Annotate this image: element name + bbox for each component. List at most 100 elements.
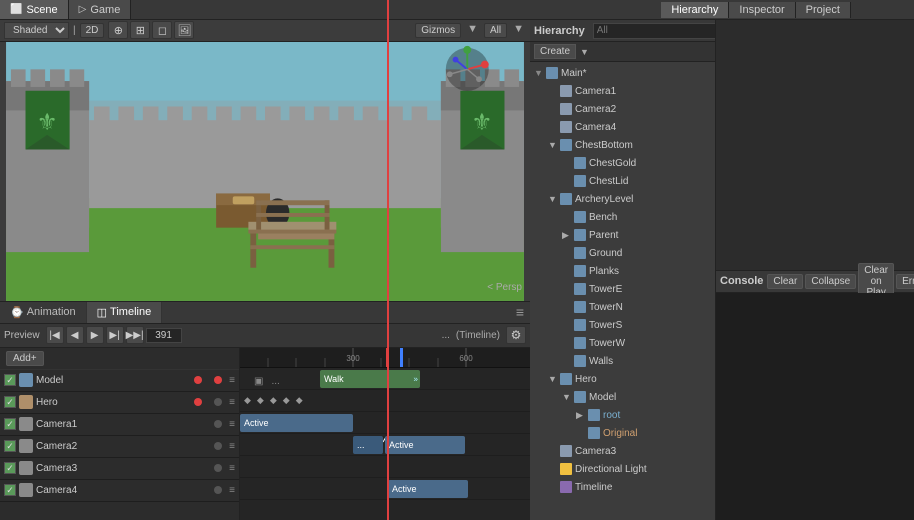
tab-project[interactable]: Project — [796, 2, 851, 18]
hier-chestbottom[interactable]: ▼ ChestBottom — [530, 136, 715, 154]
btn-next-frame[interactable]: ▶| — [106, 326, 124, 344]
scene-icon-3[interactable]: ◻ — [152, 21, 172, 39]
hier-camera1[interactable]: Camera1 — [530, 82, 715, 100]
clip-walk[interactable]: Walk » — [320, 370, 420, 388]
timeline-row-camera2: ... Active — [240, 434, 530, 456]
hier-hero[interactable]: ▼ Hero — [530, 370, 715, 388]
timeline-tracks[interactable]: Walk » ▣ ... — [240, 368, 530, 520]
console-error-pause-btn[interactable]: Err — [896, 274, 914, 289]
all-sep: ▼ — [513, 23, 524, 38]
track-dot-camera2[interactable] — [214, 442, 222, 450]
hierarchy-search[interactable] — [593, 23, 733, 39]
track-menu-camera4[interactable]: ≡ — [229, 485, 235, 496]
track-row-hero[interactable]: ✓ Hero ≡ — [0, 392, 239, 414]
hierarchy-content[interactable]: ▼ Main* Camera1 Camera2 — [530, 62, 715, 520]
btn-prev-frame[interactable]: ◀ — [66, 326, 84, 344]
add-button[interactable]: Add+ — [6, 351, 44, 366]
hier-chestlid[interactable]: ChestLid — [530, 172, 715, 190]
track-menu-camera3[interactable]: ≡ — [229, 463, 235, 474]
scene-viewport[interactable]: ⚜ ⚜ — [0, 42, 530, 301]
track-toggle-hero[interactable]: ✓ — [4, 396, 16, 408]
hier-camera4[interactable]: Camera4 — [530, 118, 715, 136]
hier-icon-parent — [574, 229, 586, 241]
track-toggle-camera1[interactable]: ✓ — [4, 418, 16, 430]
track-menu-hero[interactable]: ≡ — [229, 397, 235, 408]
clip-walk-arrow: » — [414, 374, 418, 383]
track-menu-camera2[interactable]: ≡ — [229, 441, 235, 452]
tab-animation[interactable]: ⌚ Animation — [0, 302, 87, 323]
tab-hierarchy[interactable]: Hierarchy — [661, 2, 729, 18]
track-row-camera2[interactable]: ✓ Camera2 ≡ — [0, 436, 239, 458]
hier-icon-towere — [574, 283, 586, 295]
hier-archerylevel[interactable]: ▼ ArcheryLevel — [530, 190, 715, 208]
track-menu-model[interactable]: ≡ — [229, 375, 235, 386]
console-collapse-btn[interactable]: Collapse — [805, 274, 856, 289]
tab-inspector[interactable]: Inspector — [729, 2, 795, 18]
hier-towers[interactable]: TowerS — [530, 316, 715, 334]
btn-play[interactable]: ▶ — [86, 326, 104, 344]
hier-camera3b[interactable]: Camera3 — [530, 442, 715, 460]
frame-input[interactable] — [146, 328, 182, 343]
track-toggle-model[interactable]: ✓ — [4, 374, 16, 386]
track-toggle-camera4[interactable]: ✓ — [4, 484, 16, 496]
btn-prev-keyframe[interactable]: |◀ — [46, 326, 64, 344]
hier-bench[interactable]: Bench — [530, 208, 715, 226]
hier-root[interactable]: ▶ root — [530, 406, 715, 424]
hier-planks[interactable]: Planks — [530, 262, 715, 280]
tab-scene[interactable]: ⬜ Scene — [0, 0, 69, 19]
all-btn[interactable]: All — [484, 23, 507, 38]
console-clear-btn[interactable]: Clear — [767, 274, 803, 289]
anim-menu-icon[interactable]: ≡ — [510, 304, 530, 320]
hier-original[interactable]: Original — [530, 424, 715, 442]
hier-parent[interactable]: ▶ Parent — [530, 226, 715, 244]
clip-active-camera4[interactable]: Active — [388, 480, 468, 498]
hier-icon-camera4 — [560, 121, 572, 133]
create-button[interactable]: Create — [534, 44, 576, 59]
track-row-model[interactable]: ✓ Model ≡ — [0, 370, 239, 392]
track-dot-camera3[interactable] — [214, 464, 222, 472]
hier-timeline[interactable]: Timeline — [530, 478, 715, 496]
hier-walls[interactable]: Walls — [530, 352, 715, 370]
hier-towern[interactable]: TowerN — [530, 298, 715, 316]
tab-game-label: Game — [90, 4, 120, 16]
tab-timeline[interactable]: ◫ Timeline — [87, 302, 163, 323]
hier-model[interactable]: ▼ Model — [530, 388, 715, 406]
timeline-area[interactable]: 300 600 — [240, 348, 530, 520]
track-dot-camera4[interactable] — [214, 486, 222, 494]
track-dot-model[interactable] — [194, 376, 202, 384]
shading-dropdown[interactable]: Shaded — [4, 22, 69, 39]
track-row-camera1[interactable]: ✓ Camera1 ≡ — [0, 414, 239, 436]
hier-chestgold[interactable]: ChestGold — [530, 154, 715, 172]
gizmos-btn[interactable]: Gizmos — [415, 23, 461, 38]
track-icon-camera1 — [19, 417, 33, 431]
track-dot-hero[interactable] — [194, 398, 202, 406]
track-name-camera3: Camera3 — [36, 463, 211, 474]
scene-icon-4[interactable]: 🖼 — [174, 21, 194, 39]
scene-icon-1[interactable]: ⊕ — [108, 21, 128, 39]
track-toggle-camera2[interactable]: ✓ — [4, 440, 16, 452]
track-toggle-camera3[interactable]: ✓ — [4, 462, 16, 474]
timeline-ruler[interactable]: 300 600 — [240, 348, 530, 368]
scene-icon-2[interactable]: ⊞ — [130, 21, 150, 39]
hier-towere[interactable]: TowerE — [530, 280, 715, 298]
anim-tab-icon: ⌚ — [10, 306, 24, 319]
hier-ground[interactable]: Ground — [530, 244, 715, 262]
track-menu-camera1[interactable]: ≡ — [229, 419, 235, 430]
hier-dirlight[interactable]: Directional Light — [530, 460, 715, 478]
hier-camera2[interactable]: Camera2 — [530, 100, 715, 118]
hier-label-towere: TowerE — [589, 284, 622, 295]
clip-dots-camera2[interactable]: ... — [353, 436, 383, 454]
btn-next-keyframe[interactable]: ▶▶| — [126, 326, 144, 344]
clip-dots-camera2-label: ... — [357, 440, 365, 450]
hier-towerw[interactable]: TowerW — [530, 334, 715, 352]
tab-game[interactable]: ▷ Game — [69, 0, 132, 19]
anim-settings-icon[interactable]: ⚙ — [506, 326, 526, 344]
clip-active2-camera2[interactable]: Active — [385, 436, 465, 454]
hier-label-chestlid: ChestLid — [589, 176, 628, 187]
track-row-camera3[interactable]: ✓ Camera3 ≡ — [0, 458, 239, 480]
hier-main[interactable]: ▼ Main* — [530, 64, 715, 82]
track-dot-camera1[interactable] — [214, 420, 222, 428]
clip-active-camera1[interactable]: Active — [240, 414, 353, 432]
2d-btn[interactable]: 2D — [80, 23, 105, 38]
track-row-camera4[interactable]: ✓ Camera4 ≡ — [0, 480, 239, 502]
